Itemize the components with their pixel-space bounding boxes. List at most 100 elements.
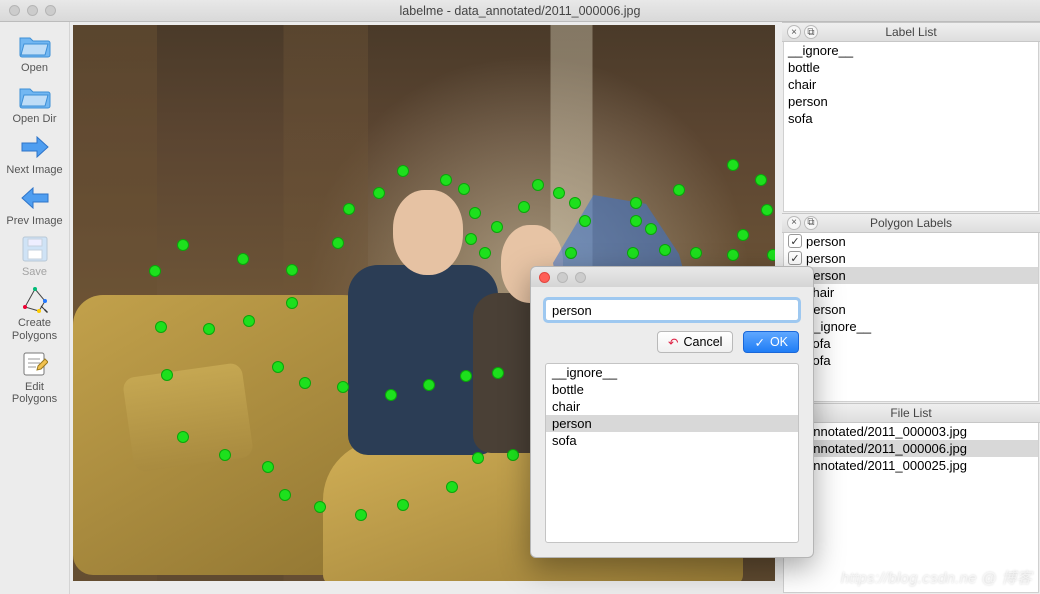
polygon-vertex[interactable]	[761, 204, 773, 216]
polygon-vertex[interactable]	[553, 187, 565, 199]
checkbox-icon[interactable]: ✓	[788, 234, 802, 248]
detach-panel-icon[interactable]: ⧉	[804, 25, 818, 39]
create-polygons-button[interactable]: Create Polygons	[4, 282, 66, 345]
polygon-vertex[interactable]	[673, 184, 685, 196]
polygon-vertex[interactable]	[727, 249, 739, 261]
polygon-vertex[interactable]	[472, 452, 484, 464]
detach-panel-icon[interactable]: ⧉	[804, 216, 818, 230]
ok-button[interactable]: ✓ OK	[743, 331, 799, 353]
polygon-vertex[interactable]	[532, 179, 544, 191]
polygon-vertex[interactable]	[177, 431, 189, 443]
polygon-vertex[interactable]	[630, 215, 642, 227]
polygon-labels-header[interactable]: ×⧉ Polygon Labels	[782, 213, 1040, 233]
label-options-list[interactable]: __ignore__bottlechairpersonsofa	[545, 363, 799, 543]
polygon-vertex[interactable]	[446, 481, 458, 493]
polygon-vertex[interactable]	[465, 233, 477, 245]
polygon-vertex[interactable]	[177, 239, 189, 251]
list-item[interactable]: __ignore__	[784, 42, 1038, 59]
close-icon[interactable]	[539, 272, 550, 283]
label-input[interactable]	[545, 299, 799, 321]
polygon-vertex[interactable]	[286, 297, 298, 309]
polygon-vertex[interactable]	[237, 253, 249, 265]
polygon-vertex[interactable]	[518, 201, 530, 213]
polygon-vertex[interactable]	[423, 379, 435, 391]
label-list[interactable]: __ignore__bottlechairpersonsofa	[783, 41, 1039, 212]
polygon-vertex[interactable]	[397, 165, 409, 177]
next-image-button[interactable]: Next Image	[4, 129, 66, 180]
polygon-vertex[interactable]	[155, 321, 167, 333]
polygon-vertex[interactable]	[569, 197, 581, 209]
floppy-icon	[18, 234, 52, 264]
polygon-vertex[interactable]	[659, 244, 671, 256]
polygon-vertex[interactable]	[645, 223, 657, 235]
polygon-vertex[interactable]	[286, 264, 298, 276]
polygon-vertex[interactable]	[727, 159, 739, 171]
polygon-vertex[interactable]	[458, 183, 470, 195]
list-item[interactable]: sofa	[784, 110, 1038, 127]
polygon-vertex[interactable]	[397, 499, 409, 511]
polygon-vertex[interactable]	[460, 370, 472, 382]
polygon-vertex[interactable]	[332, 237, 344, 249]
polygon-vertex[interactable]	[243, 315, 255, 327]
close-panel-icon[interactable]: ×	[787, 25, 801, 39]
list-item[interactable]: bottle	[784, 59, 1038, 76]
polygon-vertex[interactable]	[507, 449, 519, 461]
file-list-header[interactable]: File List	[782, 403, 1040, 423]
polygon-vertex[interactable]	[492, 367, 504, 379]
polygon-vertex[interactable]	[343, 203, 355, 215]
list-item[interactable]: person	[784, 267, 1038, 284]
open-dir-button[interactable]: Open Dir	[4, 78, 66, 129]
list-item[interactable]: chair	[784, 76, 1038, 93]
polygon-vertex[interactable]	[262, 461, 274, 473]
list-item[interactable]: sofa	[784, 352, 1038, 369]
label-option[interactable]: __ignore__	[546, 364, 798, 381]
list-item[interactable]: chair	[784, 284, 1038, 301]
list-item[interactable]: person	[784, 301, 1038, 318]
label-option[interactable]: bottle	[546, 381, 798, 398]
polygon-vertex[interactable]	[767, 249, 775, 261]
polygon-vertex[interactable]	[219, 449, 231, 461]
polygon-vertex[interactable]	[469, 207, 481, 219]
label-option[interactable]: chair	[546, 398, 798, 415]
polygon-vertex[interactable]	[755, 174, 767, 186]
dialog-titlebar[interactable]	[531, 267, 813, 287]
polygon-vertex[interactable]	[279, 489, 291, 501]
list-item[interactable]: annotated/2011_000003.jpg	[784, 423, 1038, 440]
cancel-button[interactable]: ↶ Cancel	[657, 331, 733, 353]
edit-polygons-button[interactable]: Edit Polygons	[4, 346, 66, 409]
list-item[interactable]: ✓person	[784, 250, 1038, 267]
polygon-vertex[interactable]	[161, 369, 173, 381]
prev-image-button[interactable]: Prev Image	[4, 180, 66, 231]
label-option[interactable]: sofa	[546, 432, 798, 449]
polygon-vertex[interactable]	[149, 265, 161, 277]
polygon-vertex[interactable]	[479, 247, 491, 259]
polygon-vertex[interactable]	[737, 229, 749, 241]
polygon-vertex[interactable]	[627, 247, 639, 259]
polygon-vertex[interactable]	[314, 501, 326, 513]
list-item[interactable]: ✓person	[784, 233, 1038, 250]
checkbox-icon[interactable]: ✓	[788, 251, 802, 265]
list-item[interactable]: sofa	[784, 335, 1038, 352]
list-item[interactable]: annotated/2011_000025.jpg	[784, 457, 1038, 474]
polygon-vertex[interactable]	[299, 377, 311, 389]
polygon-vertex[interactable]	[203, 323, 215, 335]
polygon-vertex[interactable]	[385, 389, 397, 401]
polygon-labels-list[interactable]: ✓person✓personpersonchairperson__ignore_…	[783, 232, 1039, 403]
polygon-vertex[interactable]	[565, 247, 577, 259]
close-panel-icon[interactable]: ×	[787, 216, 801, 230]
polygon-vertex[interactable]	[690, 247, 702, 259]
polygon-vertex[interactable]	[337, 381, 349, 393]
polygon-vertex[interactable]	[355, 509, 367, 521]
polygon-vertex[interactable]	[491, 221, 503, 233]
list-item[interactable]: annotated/2011_000006.jpg	[784, 440, 1038, 457]
polygon-vertex[interactable]	[272, 361, 284, 373]
polygon-vertex[interactable]	[373, 187, 385, 199]
list-item[interactable]: person	[784, 93, 1038, 110]
label-list-header[interactable]: ×⧉ Label List	[782, 22, 1040, 42]
polygon-vertex[interactable]	[630, 197, 642, 209]
label-option[interactable]: person	[546, 415, 798, 432]
polygon-vertex[interactable]	[440, 174, 452, 186]
polygon-vertex[interactable]	[579, 215, 591, 227]
list-item[interactable]: __ignore__	[784, 318, 1038, 335]
open-button[interactable]: Open	[4, 27, 66, 78]
